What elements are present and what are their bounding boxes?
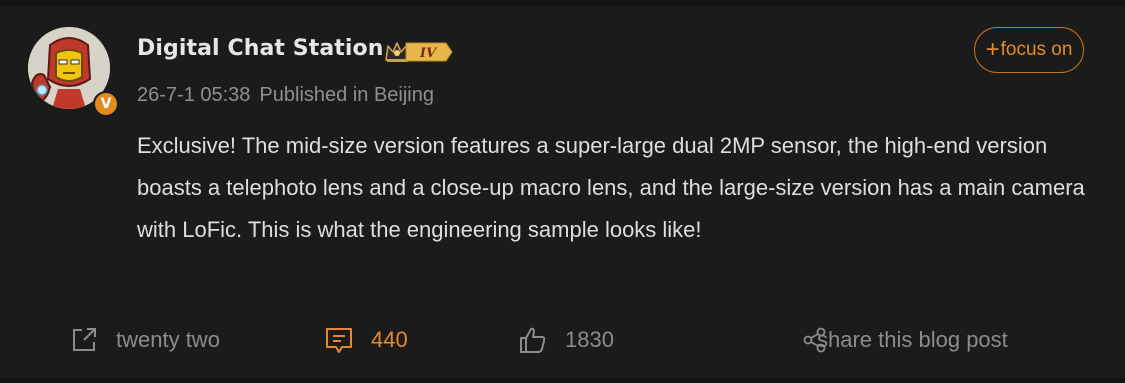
post-timestamp[interactable]: 26-7-1 05:38	[137, 84, 250, 106]
repost-button[interactable]: twenty two	[70, 322, 220, 358]
external-link-icon	[70, 326, 98, 354]
post-text: Exclusive! The mid-size version features…	[137, 133, 1085, 242]
like-button[interactable]: 1830	[519, 322, 614, 358]
plus-icon: +	[985, 36, 1000, 63]
comment-button[interactable]: 440	[325, 322, 408, 358]
bottom-divider	[0, 377, 1125, 383]
comment-count: 440	[371, 327, 408, 352]
share-button[interactable]: share this blog post	[803, 322, 1008, 358]
comment-icon	[325, 326, 353, 354]
rank-crown-badge-icon[interactable]: IV	[384, 38, 454, 66]
top-divider	[0, 0, 1125, 7]
share-label: share this blog post	[817, 327, 1008, 352]
thumbs-up-icon	[519, 326, 547, 354]
post-meta: 26-7-1 05:38 Published in Beijing	[137, 84, 434, 107]
author-name[interactable]: Digital Chat Station	[137, 36, 384, 61]
share-icon	[803, 327, 827, 353]
rank-badge-label: IV	[419, 46, 438, 61]
follow-button[interactable]: + focus on	[974, 27, 1084, 73]
post-location: Published in Beijing	[259, 84, 434, 106]
verified-badge-icon: V	[93, 91, 119, 117]
like-count: 1830	[565, 327, 614, 352]
follow-button-label: focus on	[1000, 39, 1073, 60]
post-card: V Digital Chat Station IV 26-7-1 05:38 Pu…	[0, 0, 1125, 383]
repost-label: twenty two	[116, 327, 220, 352]
